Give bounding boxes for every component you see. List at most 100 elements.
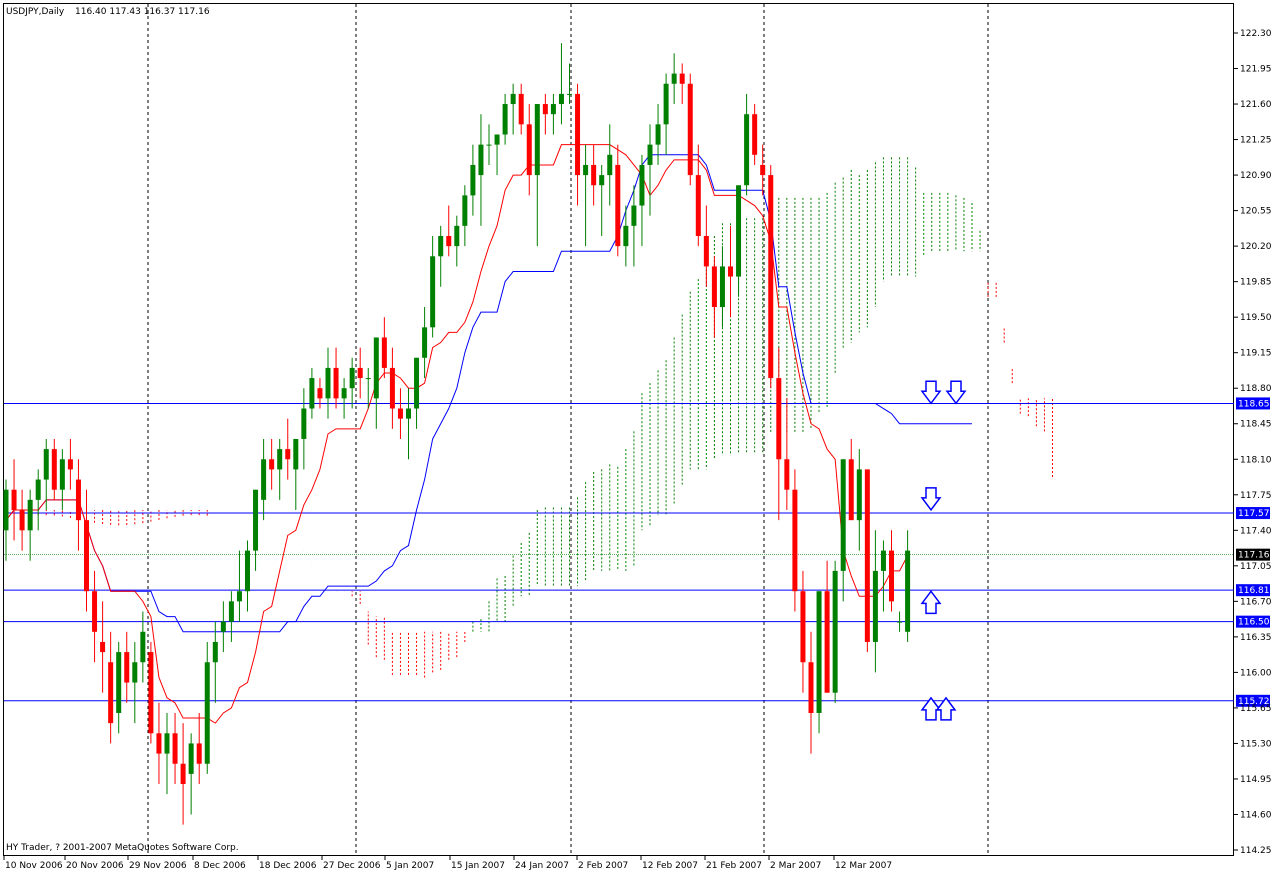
candle-body: [325, 367, 331, 399]
candle-body: [655, 124, 661, 145]
level-price-label: 116.50: [1238, 618, 1270, 628]
y-tick-label: 118.45: [1240, 420, 1272, 430]
y-tick-label: 121.25: [1240, 136, 1272, 146]
x-tick-label: 2 Mar 2007: [770, 861, 821, 871]
candle-body: [365, 378, 371, 380]
candle-body: [591, 164, 597, 186]
candle-body: [816, 591, 822, 713]
candle-body: [768, 175, 774, 379]
candle-body: [695, 175, 701, 236]
candle-body: [880, 550, 886, 571]
candle-body: [422, 327, 428, 358]
x-tick-label: 8 Dec 2006: [194, 861, 246, 871]
candle-body: [647, 144, 653, 165]
candle-body: [478, 144, 484, 176]
chart: 118.65 117.57 116.81 116.50 115.72 117.16 122…: [0, 0, 1272, 873]
candle-body: [760, 164, 766, 176]
candle-body: [285, 449, 291, 460]
candle-body: [204, 662, 210, 764]
candle-body: [446, 235, 452, 247]
candle-body: [752, 114, 758, 155]
y-tick-label: 120.20: [1240, 242, 1272, 252]
y-tick-label: 121.60: [1240, 100, 1272, 110]
candle-body: [736, 185, 742, 277]
candle-body: [703, 235, 709, 267]
y-tick-label: 119.50: [1240, 313, 1272, 323]
candle-body: [430, 256, 436, 328]
candle-body: [261, 459, 267, 500]
candle-body: [51, 449, 57, 490]
y-tick-label: 114.95: [1240, 775, 1272, 785]
candle-body: [43, 449, 49, 480]
candle-body: [293, 438, 299, 470]
candle-body: [470, 164, 476, 196]
y-tick-label: 117.40: [1240, 526, 1272, 536]
x-tick-label: 12 Feb 2007: [642, 861, 698, 871]
candle-body: [526, 124, 532, 176]
candle-body: [357, 367, 363, 379]
candle-body: [558, 93, 564, 105]
candle-body: [607, 154, 613, 176]
copyright-text: HY Trader, ? 2001-2007 MetaQuotes Softwa…: [6, 843, 239, 853]
y-tick-label: 119.85: [1240, 278, 1272, 288]
chart-ohlc-header: 116.40 117.43 116.37 117.16: [75, 7, 210, 17]
x-tick-label: 18 Dec 2006: [259, 861, 317, 871]
candle-body: [164, 733, 170, 754]
x-tick-label: 2 Feb 2007: [578, 861, 628, 871]
current-price-label: 117.16: [1238, 551, 1270, 561]
x-tick-label: 27 Dec 2006: [323, 861, 381, 871]
candle-body: [277, 449, 283, 470]
y-tick-label: 115.30: [1240, 739, 1272, 749]
candle-body: [784, 459, 790, 490]
candle-body: [550, 104, 556, 115]
candle-body: [35, 479, 41, 500]
candle-body: [567, 93, 572, 95]
candle-body: [406, 408, 411, 419]
candle-body: [341, 388, 347, 399]
candle-body: [349, 367, 355, 389]
candle-body: [317, 388, 323, 399]
candle-body: [253, 489, 259, 551]
x-tick-label: 29 Nov 2006: [129, 861, 187, 871]
candle-body: [832, 570, 838, 693]
candle-body: [486, 144, 492, 146]
candle-body: [11, 489, 17, 511]
candle-body: [599, 175, 605, 186]
candle-body: [414, 357, 420, 409]
y-tick-label: 116.70: [1240, 597, 1272, 607]
level-price-label: 118.65: [1238, 399, 1270, 409]
candle-body: [639, 164, 645, 206]
candle-body: [196, 743, 202, 764]
level-price-label: 116.81: [1238, 586, 1270, 596]
candle-body: [800, 591, 806, 663]
candle-body: [687, 83, 693, 176]
y-tick-label: 118.80: [1240, 384, 1272, 394]
y-tick-label: 116.00: [1240, 668, 1272, 678]
candle-body: [220, 621, 226, 632]
candle-body: [228, 601, 234, 622]
y-tick-label: 118.10: [1240, 455, 1272, 465]
candle-body: [808, 662, 814, 713]
candle-body: [108, 662, 114, 724]
y-tick-label: 120.55: [1240, 207, 1272, 217]
y-tick-label: 120.90: [1240, 171, 1272, 181]
candle-body: [663, 83, 669, 125]
y-tick-label: 117.05: [1240, 562, 1272, 572]
candle-body: [631, 205, 637, 226]
chart-symbol-header: USDJPY,Daily: [6, 7, 65, 17]
candle-body: [75, 479, 81, 521]
candle-body: [19, 510, 25, 531]
candle-body: [156, 733, 162, 754]
x-tick-label: 15 Jan 2007: [451, 861, 505, 871]
candle-body: [719, 266, 725, 308]
level-price-label: 117.57: [1238, 509, 1270, 519]
candle-body: [172, 733, 178, 764]
candle-body: [92, 591, 98, 632]
candle-body: [269, 459, 275, 470]
price-chart: 118.65117.57116.81116.50115.72117.16 122…: [0, 0, 1272, 873]
candle-body: [728, 266, 733, 277]
candle-body: [100, 641, 106, 653]
candle-body: [542, 104, 548, 115]
candle-body: [744, 114, 750, 186]
candle-body: [711, 266, 717, 308]
